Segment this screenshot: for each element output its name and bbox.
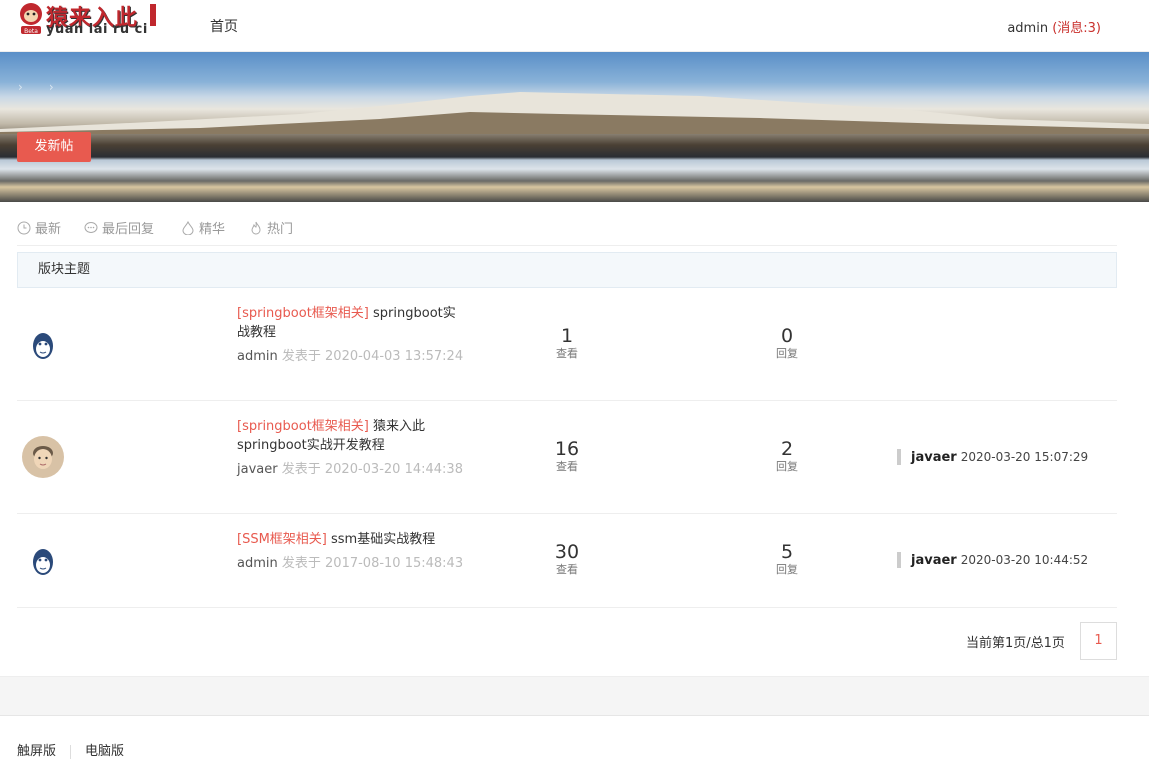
top-header: Beta 猿来入此 yuan lai ru ci 首页 admin (消息:3) <box>0 0 1149 52</box>
replies-count: 0 <box>780 325 794 347</box>
views-label: 查看 <box>556 460 578 473</box>
monkey-avatar-icon[interactable] <box>21 538 65 582</box>
posted-prefix: 发表于 <box>281 462 321 477</box>
thread-category-link[interactable]: [springboot框架相关] <box>237 306 369 321</box>
replies-stat: 2 回复 <box>757 438 817 474</box>
thread-title-area: [SSM框架相关] ssm基础实战教程 admin 发表于 2017-08-10… <box>237 530 467 573</box>
tab-latest[interactable]: 最新 <box>17 218 61 237</box>
replies-count: 5 <box>780 541 794 563</box>
messages-link[interactable]: (消息:3) <box>1052 21 1101 36</box>
last-reply-time: 2020-03-20 10:44:52 <box>960 553 1089 567</box>
replies-count: 2 <box>780 438 794 460</box>
tab-last-reply[interactable]: 最后回复 <box>84 218 154 237</box>
logo-english-text: yuan lai ru ci <box>46 22 148 37</box>
nav-home-link[interactable]: 首页 <box>210 16 238 36</box>
last-reply-time: 2020-03-20 15:07:29 <box>960 450 1089 464</box>
replies-stat: 0 回复 <box>757 325 817 361</box>
thread-title-area: [springboot框架相关] 猿来入此springboot实战开发教程 ja… <box>237 417 467 479</box>
clock-icon <box>17 221 31 234</box>
posted-prefix: 发表于 <box>281 556 321 571</box>
views-stat: 16 查看 <box>537 438 597 474</box>
touch-version-link[interactable]: 触屏版 <box>17 740 56 759</box>
thread-title-link[interactable]: ssm基础实战教程 <box>331 532 435 547</box>
logo-tag <box>150 4 156 26</box>
user-name[interactable]: admin <box>1007 21 1048 36</box>
table-row: [springboot框架相关] 猿来入此springboot实战开发教程 ja… <box>17 401 1117 514</box>
tab-hot-label: 热门 <box>267 222 294 237</box>
user-photo-avatar[interactable] <box>21 435 65 479</box>
flame-icon <box>251 221 261 234</box>
chat-bubble-icon <box>84 221 98 233</box>
last-reply-info: javaer 2020-03-20 10:44:52 <box>897 552 1088 568</box>
user-menu[interactable]: admin (消息:3) <box>1007 17 1101 36</box>
divider <box>70 744 72 759</box>
mountain-landscape <box>0 92 1149 134</box>
thread-filter-tabs: 最新 最后回复 精华 热门 <box>17 214 1117 246</box>
monkey-avatar-icon[interactable] <box>21 322 65 366</box>
footer-band <box>0 676 1149 716</box>
last-reply-user[interactable]: javaer <box>911 553 957 568</box>
posted-time: 2017-08-10 15:48:43 <box>325 556 464 571</box>
hero-banner: › › 发新帖 <box>0 52 1149 202</box>
posted-time: 2020-03-20 14:44:38 <box>324 462 463 477</box>
views-count: 16 <box>554 438 580 460</box>
views-count: 1 <box>560 325 574 347</box>
svg-text:Beta: Beta <box>24 28 38 35</box>
section-title: 版块主题 <box>17 252 1117 288</box>
pager-status: 当前第1页/总1页 <box>966 636 1065 651</box>
desktop-version-link[interactable]: 电脑版 <box>85 740 124 759</box>
monkey-logo-icon: Beta <box>20 3 42 35</box>
replies-stat: 5 回复 <box>757 541 817 577</box>
table-row: [SSM框架相关] ssm基础实战教程 admin 发表于 2017-08-10… <box>17 514 1117 608</box>
last-reply-info: javaer 2020-03-20 15:07:29 <box>897 449 1088 465</box>
thread-title-area: [springboot框架相关] springboot实战教程 admin 发表… <box>237 304 467 366</box>
tab-featured[interactable]: 精华 <box>181 218 225 237</box>
tab-latest-label: 最新 <box>35 222 62 237</box>
breadcrumb: › › <box>18 80 54 94</box>
thread-author[interactable]: admin <box>237 349 278 364</box>
page-1-button[interactable]: 1 <box>1080 622 1117 660</box>
last-reply-user[interactable]: javaer <box>911 450 957 465</box>
thread-author[interactable]: javaer <box>237 462 278 477</box>
tab-featured-label: 精华 <box>199 222 226 237</box>
posted-prefix: 发表于 <box>281 349 321 364</box>
new-post-button[interactable]: 发新帖 <box>17 132 91 162</box>
views-count: 30 <box>554 541 580 563</box>
thread-author[interactable]: admin <box>237 556 278 571</box>
replies-label: 回复 <box>776 563 798 576</box>
thread-category-link[interactable]: [springboot框架相关] <box>237 419 369 434</box>
tab-hot[interactable]: 热门 <box>249 218 293 237</box>
tab-last-reply-label: 最后回复 <box>102 222 155 237</box>
site-logo[interactable]: Beta 猿来入此 yuan lai ru ci <box>16 0 156 40</box>
table-row: [springboot框架相关] springboot实战教程 admin 发表… <box>17 288 1117 401</box>
views-label: 查看 <box>556 563 578 576</box>
replies-label: 回复 <box>776 347 798 360</box>
views-label: 查看 <box>556 347 578 360</box>
footer-links: 触屏版 电脑版 <box>17 740 124 759</box>
replies-label: 回复 <box>776 460 798 473</box>
views-stat: 1 查看 <box>537 325 597 361</box>
drop-icon <box>182 220 194 235</box>
posted-time: 2020-04-03 13:57:24 <box>325 349 464 364</box>
views-stat: 30 查看 <box>537 541 597 577</box>
thread-category-link[interactable]: [SSM框架相关] <box>237 532 327 547</box>
